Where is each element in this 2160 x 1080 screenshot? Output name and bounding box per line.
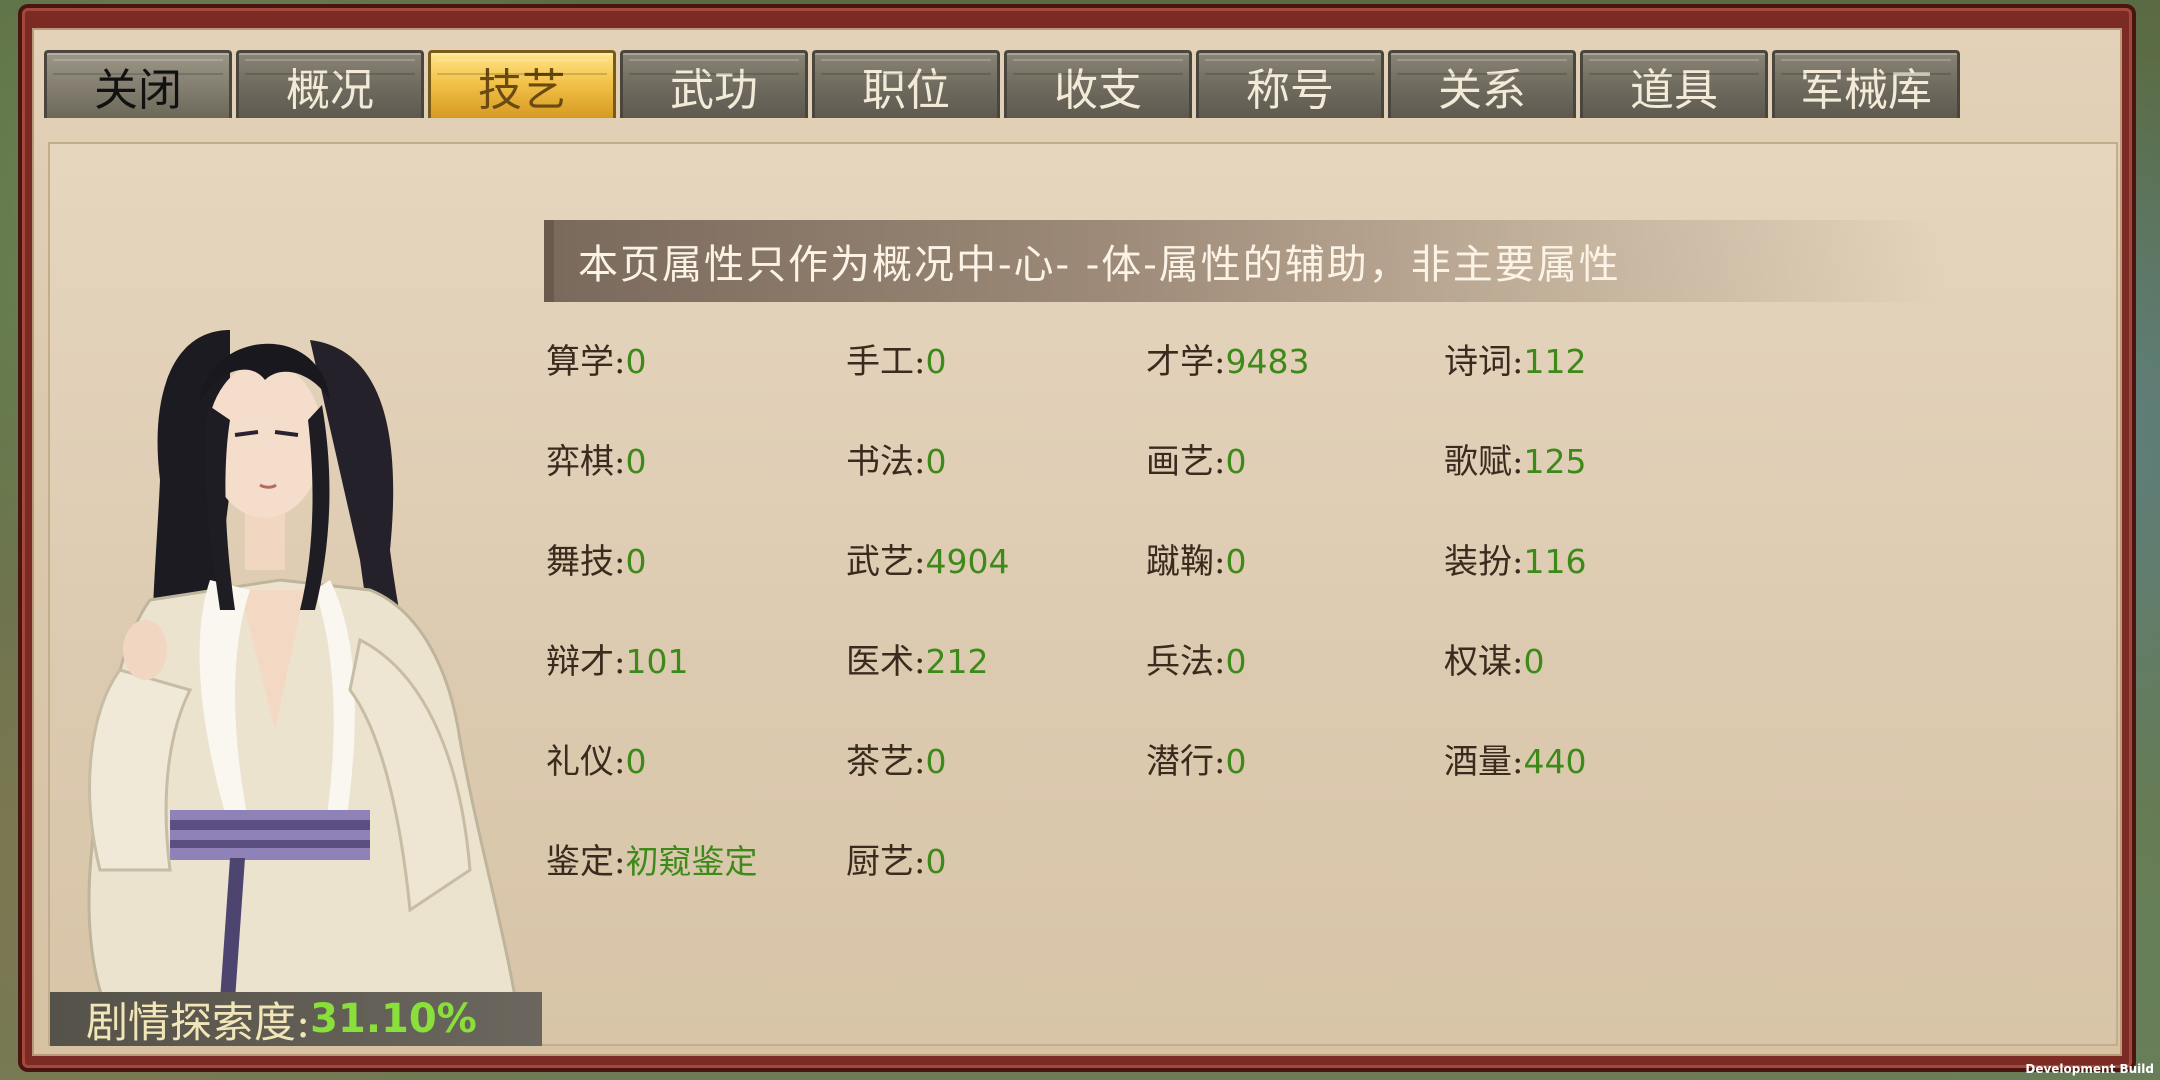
attr-chuyi: 厨艺:0 [846, 834, 946, 883]
attr-value: 212 [925, 642, 989, 681]
attr-value: 0 [625, 542, 647, 581]
tab-armory[interactable]: 军械库 [1772, 50, 1960, 118]
character-portrait [87, 330, 522, 1030]
attr-label: 辩才: [546, 642, 626, 682]
attr-shici: 诗词:112 [1444, 334, 1586, 383]
notice-banner: 本页属性只作为概况中-心- -体-属性的辅助，非主要属性 [544, 220, 1944, 302]
dev-build-watermark: Development Build [2025, 1062, 2154, 1076]
story-progress: 剧情探索度: 31.10% [50, 992, 542, 1047]
attr-value: 116 [1523, 542, 1587, 581]
attr-value: 0 [625, 742, 647, 781]
attr-value: 0 [925, 442, 947, 481]
attr-value: 0 [1225, 442, 1247, 481]
tab-bar: 关闭 概况 技艺 武功 职位 收支 称号 关系 道具 军械库 [44, 50, 1964, 140]
attr-jianding: 鉴定:初窥鉴定 [546, 834, 757, 883]
attr-liyi: 礼仪:0 [546, 734, 646, 783]
tab-position[interactable]: 职位 [812, 50, 1000, 118]
attr-qianxing: 潜行:0 [1146, 734, 1246, 783]
attr-value: 0 [1225, 542, 1247, 581]
attr-label: 茶艺: [846, 742, 926, 782]
tab-items[interactable]: 道具 [1580, 50, 1768, 118]
attr-caixue: 才学:9483 [1146, 334, 1309, 383]
attr-value: 0 [925, 842, 947, 881]
tab-relations[interactable]: 关系 [1388, 50, 1576, 118]
attr-value: 0 [625, 342, 647, 381]
attr-wuji: 舞技:0 [546, 534, 646, 583]
attr-label: 医术: [846, 642, 926, 682]
attr-label: 装扮: [1444, 542, 1524, 582]
attr-quanmou: 权谋:0 [1444, 634, 1544, 683]
attr-label: 书法: [846, 442, 926, 482]
attr-bingfa: 兵法:0 [1146, 634, 1246, 683]
attr-label: 歌赋: [1444, 442, 1524, 482]
attr-value: 0 [925, 742, 947, 781]
attr-label: 礼仪: [546, 742, 626, 782]
attr-label: 权谋: [1444, 642, 1524, 682]
attr-value: 4904 [925, 542, 1010, 581]
attr-cuju: 蹴鞠:0 [1146, 534, 1246, 583]
attr-biancai: 辩才:101 [546, 634, 688, 683]
attr-label: 弈棋: [546, 442, 626, 482]
attr-value: 0 [1225, 742, 1247, 781]
attr-label: 厨艺: [846, 842, 926, 882]
tab-close[interactable]: 关闭 [44, 50, 232, 118]
attr-label: 武艺: [846, 542, 926, 582]
tab-overview[interactable]: 概况 [236, 50, 424, 118]
tab-skills[interactable]: 技艺 [428, 50, 616, 118]
attr-gefu: 歌赋:125 [1444, 434, 1586, 483]
attr-label: 兵法: [1146, 642, 1226, 682]
attr-yishu: 医术:212 [846, 634, 988, 683]
story-progress-label: 剧情探索度: [86, 997, 311, 1047]
tab-martial-arts[interactable]: 武功 [620, 50, 808, 118]
attr-zhuangban: 装扮:116 [1444, 534, 1586, 583]
attr-value: 0 [625, 442, 647, 481]
attr-yiqi: 弈棋:0 [546, 434, 646, 483]
attr-label: 诗词: [1444, 342, 1524, 382]
attr-label: 画艺: [1146, 442, 1226, 482]
attr-value: 125 [1523, 442, 1587, 481]
attr-value: 0 [1225, 642, 1247, 681]
attr-label: 酒量: [1444, 742, 1524, 782]
attr-label: 鉴定: [546, 842, 626, 882]
attr-jiuliang: 酒量:440 [1444, 734, 1586, 783]
attr-label: 才学: [1146, 342, 1226, 382]
attr-value: 101 [625, 642, 689, 681]
attr-value: 0 [925, 342, 947, 381]
attr-value: 9483 [1225, 342, 1310, 381]
attr-shougong: 手工:0 [846, 334, 946, 383]
tab-titles[interactable]: 称号 [1196, 50, 1384, 118]
attr-value: 初窥鉴定 [625, 842, 758, 881]
story-progress-value: 31.10% [310, 996, 477, 1042]
attr-label: 蹴鞠: [1146, 542, 1226, 582]
attr-label: 舞技: [546, 542, 626, 582]
attr-label: 算学: [546, 342, 626, 382]
attr-wuyi: 武艺:4904 [846, 534, 1009, 583]
attr-value: 112 [1523, 342, 1587, 381]
attr-label: 手工: [846, 342, 926, 382]
tab-income-expense[interactable]: 收支 [1004, 50, 1192, 118]
attr-huayi: 画艺:0 [1146, 434, 1246, 483]
attr-chayi: 茶艺:0 [846, 734, 946, 783]
attr-value: 0 [1523, 642, 1545, 681]
attr-label: 潜行: [1146, 742, 1226, 782]
attr-suanxue: 算学:0 [546, 334, 646, 383]
attr-value: 440 [1523, 742, 1587, 781]
attr-shufa: 书法:0 [846, 434, 946, 483]
